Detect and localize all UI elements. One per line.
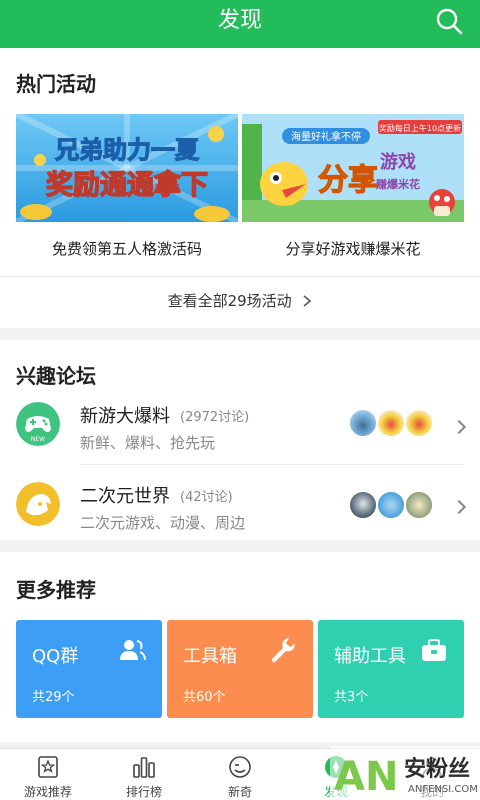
bars-icon xyxy=(133,757,155,778)
chevron-right-icon xyxy=(303,295,312,307)
page-title: 发现 xyxy=(217,8,262,33)
banner-caption-1[interactable]: 免费领第五人格激活码 xyxy=(16,238,238,259)
tab-label: 新奇 xyxy=(227,785,252,799)
forum-row-acg-world[interactable]: 二次元世界 (42讨论) 二次元游戏、动漫、周边 xyxy=(0,464,480,544)
activity-banner-2[interactable]: 奖励每日上午10点更新 海量好礼拿不停 分享 游戏 赚爆米花 xyxy=(242,114,464,222)
svg-text:奖励每日上午10点更新: 奖励每日上午10点更新 xyxy=(379,123,461,133)
svg-text:海量好礼拿不停: 海量好礼拿不停 xyxy=(291,130,361,143)
svg-text:AN: AN xyxy=(334,754,398,800)
avatar xyxy=(376,490,406,520)
assist-tools-card[interactable]: 辅助工具 共3个 xyxy=(318,620,464,718)
forum-count: (2972讨论) xyxy=(180,410,250,425)
avatar xyxy=(376,408,406,438)
banner-caption-2[interactable]: 分享好游戏赚爆米花 xyxy=(242,238,464,259)
gamepad-icon: NEW xyxy=(16,402,60,446)
svg-text:奖励通通拿下: 奖励通通拿下 xyxy=(46,169,208,201)
member-avatars xyxy=(348,408,438,440)
member-avatars xyxy=(348,490,438,522)
svg-text:游戏: 游戏 xyxy=(380,151,416,173)
card-count: 共29个 xyxy=(32,690,75,705)
avatar xyxy=(404,408,434,438)
hot-activities-title: 热门活动 xyxy=(16,72,96,96)
divider xyxy=(0,276,480,277)
svg-text:NEW: NEW xyxy=(31,436,45,443)
forum-name: 二次元世界 xyxy=(80,486,170,507)
avatar xyxy=(348,490,378,520)
more-title: 更多推荐 xyxy=(16,578,96,602)
more-recommendations-section: 更多推荐 QQ群 共29个 工具箱 共60个 辅助工具 共3个 xyxy=(0,552,480,742)
svg-text:分享: 分享 xyxy=(318,163,378,198)
chevron-right-icon xyxy=(451,419,467,435)
forum-subtitle: 二次元游戏、动漫、周边 xyxy=(80,514,246,532)
view-all-activities-link[interactable]: 查看全部29场活动 xyxy=(0,290,480,311)
card-count: 共3个 xyxy=(334,690,369,705)
svg-text:兄弟助力一夏: 兄弟助力一夏 xyxy=(54,136,200,164)
hot-activities-section: 热门活动 兄弟助力一夏 奖励通通拿下 奖励每日上午10点更新 海量好礼拿不停 分… xyxy=(0,48,480,328)
watermark-logo: AN 安粉丝 ANFENSI.COM xyxy=(330,746,480,800)
group-icon xyxy=(120,640,146,661)
card-title: 工具箱 xyxy=(183,646,237,667)
tab-label: 游戏推荐 xyxy=(23,785,72,799)
tab-game-recommend[interactable]: 游戏推荐 xyxy=(0,749,96,800)
forum-name: 新游大爆料 xyxy=(80,406,170,427)
activity-banner-1[interactable]: 兄弟助力一夏 奖励通通拿下 xyxy=(16,114,238,222)
tab-ranking[interactable]: 排行榜 xyxy=(96,749,192,800)
chevron-right-icon xyxy=(451,499,467,515)
anime-character-icon xyxy=(16,482,60,526)
search-icon[interactable] xyxy=(434,6,464,36)
forum-count: (42讨论) xyxy=(180,490,233,505)
svg-text:安粉丝: 安粉丝 xyxy=(404,756,470,782)
face-icon xyxy=(229,756,251,778)
wrench-icon xyxy=(272,638,296,663)
star-doc-icon xyxy=(38,756,58,778)
banner-art-2: 奖励每日上午10点更新 海量好礼拿不停 分享 游戏 赚爆米花 xyxy=(242,114,464,222)
svg-text:ANFENSI.COM: ANFENSI.COM xyxy=(408,784,478,795)
card-title: QQ群 xyxy=(32,646,79,667)
card-count: 共60个 xyxy=(183,690,226,705)
forum-subtitle: 新鲜、爆料、抢先玩 xyxy=(80,434,216,452)
forum-row-new-games[interactable]: NEW 新游大爆料 (2972讨论) 新鲜、爆料、抢先玩 xyxy=(0,384,480,465)
interest-forum-section: 兴趣论坛 NEW 新游大爆料 (2972讨论) 新鲜、爆料、抢先玩 二次元世界 … xyxy=(0,340,480,540)
svg-text:赚爆米花: 赚爆米花 xyxy=(375,177,420,191)
toolbox-card[interactable]: 工具箱 共60个 xyxy=(167,620,313,718)
tab-novelty[interactable]: 新奇 xyxy=(192,749,288,800)
tab-label: 排行榜 xyxy=(125,785,162,799)
banner-art-1: 兄弟助力一夏 奖励通通拿下 xyxy=(16,114,238,222)
avatar xyxy=(404,490,434,520)
card-title: 辅助工具 xyxy=(334,646,406,667)
avatar xyxy=(348,408,378,438)
view-all-label: 查看全部29场活动 xyxy=(167,292,292,310)
top-bar: 发现 xyxy=(0,0,480,48)
qq-group-card[interactable]: QQ群 共29个 xyxy=(16,620,162,718)
toolbox-icon xyxy=(422,639,446,661)
